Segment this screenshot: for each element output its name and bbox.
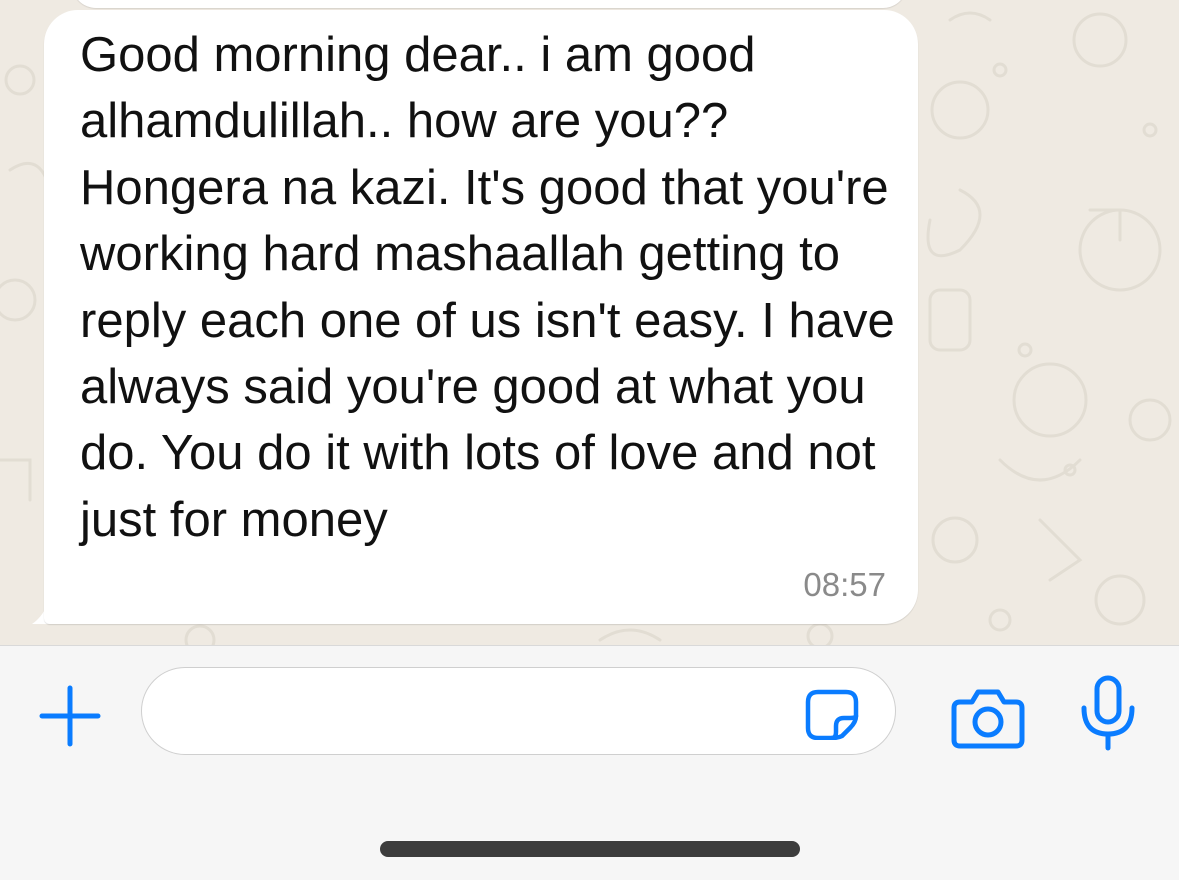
message-timestamp: 08:57 (803, 566, 886, 603)
sticker-icon (805, 689, 859, 741)
microphone-button[interactable] (1078, 674, 1138, 752)
message-input[interactable] (170, 668, 794, 756)
chat-area: Good morning dear.. i am good alhamdulil… (0, 0, 1179, 645)
home-indicator[interactable] (380, 841, 800, 857)
camera-icon (951, 689, 1025, 749)
camera-button[interactable] (950, 682, 1026, 752)
sticker-button[interactable] (804, 688, 860, 741)
message-input-field[interactable] (141, 667, 896, 756)
message-composer (0, 646, 1179, 880)
microphone-icon (1081, 675, 1135, 751)
chat-screen: Good morning dear.. i am good alhamdulil… (0, 0, 1179, 880)
previous-message-bubble (72, 0, 907, 8)
plus-icon (39, 685, 101, 747)
message-text: Good morning dear.. i am good alhamdulil… (80, 28, 895, 547)
attach-button[interactable] (36, 682, 104, 750)
